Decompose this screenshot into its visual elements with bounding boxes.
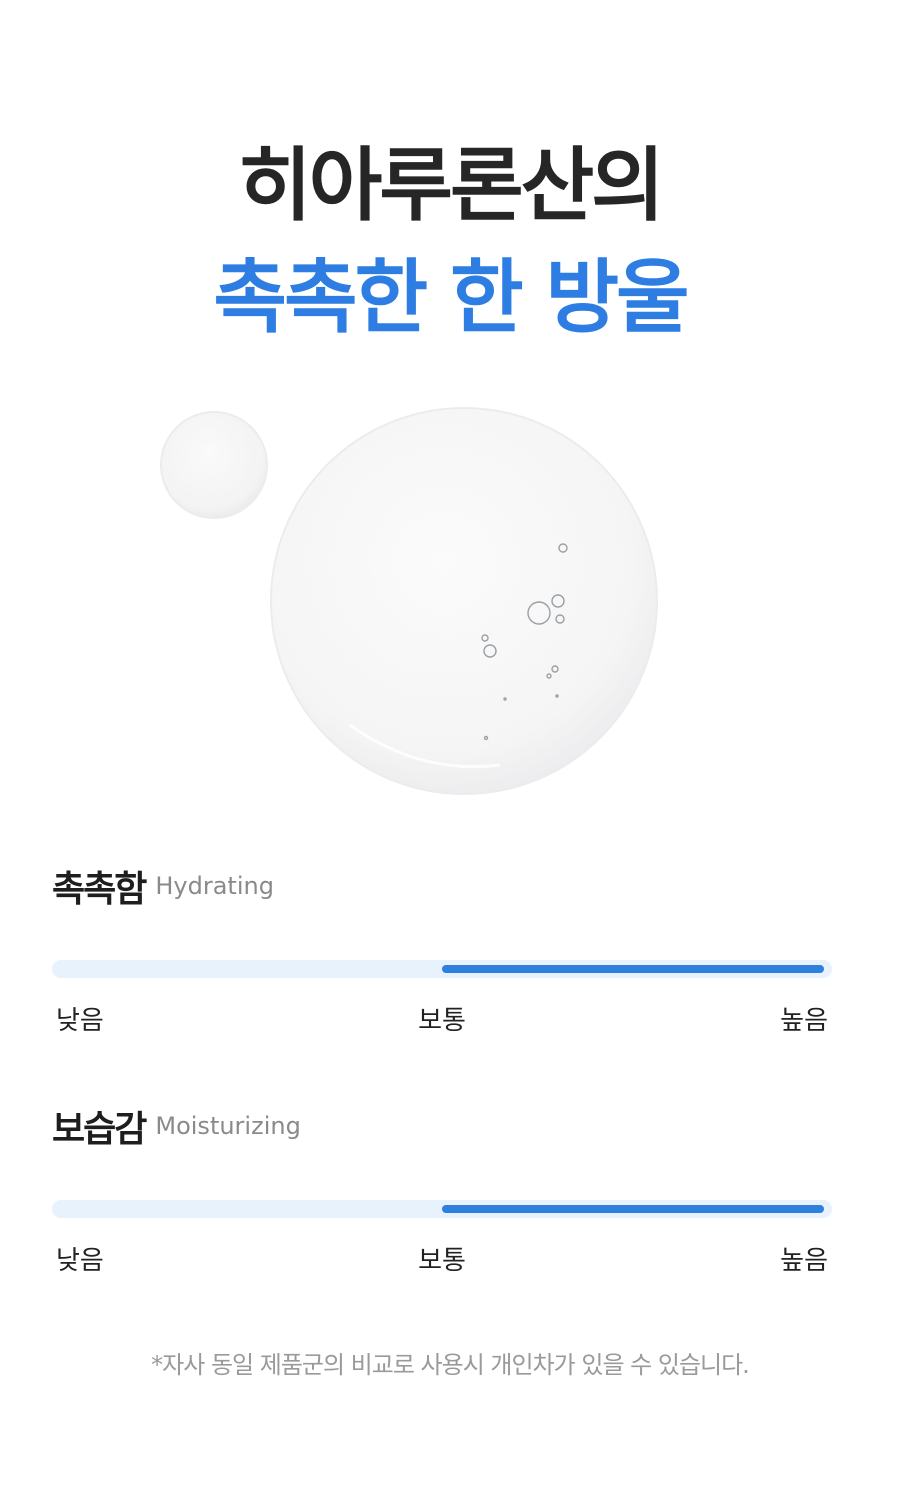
metric-title-ko: 보습감 — [52, 1109, 147, 1150]
disclaimer-footnote: *자사 동일 제품군의 비교로 사용시 개인차가 있을 수 있습니다. — [151, 1351, 750, 1379]
metric-hydrating: 촉촉함 Hydrating 낮음 보통 높음 — [52, 860, 832, 1040]
headline: 히아루론산의 촉촉한 한 방울 — [0, 130, 900, 354]
scale-mid-label: 보통 — [418, 1006, 466, 1036]
metric-title-en: Moisturizing — [155, 1112, 301, 1140]
serum-droplets-icon — [160, 407, 658, 795]
metric-moisturizing: 보습감 Moisturizing 낮음 보통 높음 — [52, 1100, 832, 1280]
metric-title-en: Hydrating — [155, 872, 274, 900]
metric-title: 촉촉함 Hydrating — [52, 860, 832, 920]
level-bar-fill — [442, 965, 824, 973]
scale-mid-label: 보통 — [418, 1246, 466, 1276]
level-scale: 낮음 보통 높음 — [52, 1000, 832, 1040]
scale-high-label: 높음 — [780, 1246, 828, 1276]
serum-droplets-image — [0, 395, 900, 815]
metric-title-ko: 촉촉함 — [52, 869, 147, 910]
level-bar — [52, 1200, 832, 1218]
metric-title: 보습감 Moisturizing — [52, 1100, 832, 1160]
headline-line2: 촉촉한 한 방울 — [213, 251, 689, 344]
level-bar-fill — [442, 1205, 824, 1213]
scale-high-label: 높음 — [780, 1006, 828, 1036]
headline-line1: 히아루론산의 — [238, 139, 665, 232]
level-scale: 낮음 보통 높음 — [52, 1240, 832, 1280]
level-bar — [52, 960, 832, 978]
